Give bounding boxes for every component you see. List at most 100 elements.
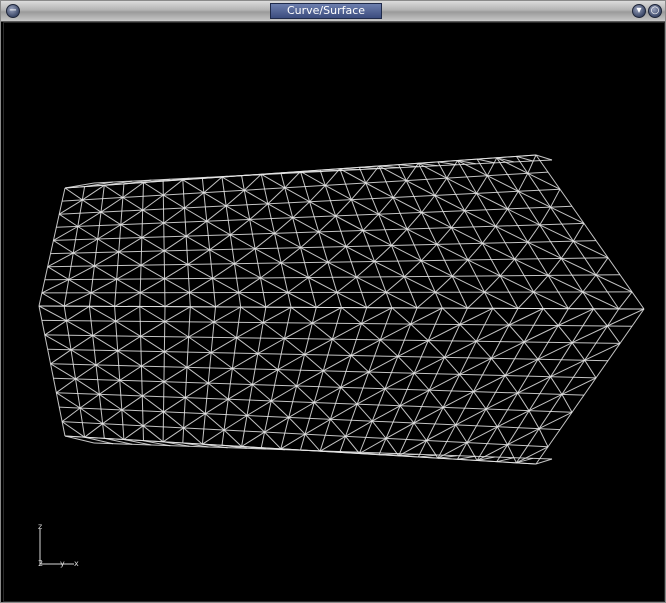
lower-face-diag	[183, 413, 206, 429]
upper-face-diag	[345, 230, 364, 247]
upper-face-diag	[327, 246, 347, 263]
upper-face-long-rib	[496, 157, 595, 310]
upper-face-diag	[309, 185, 326, 203]
lower-face-diag	[459, 307, 494, 325]
upper-face-diag	[318, 215, 337, 233]
lower-face-diag	[523, 341, 539, 360]
upper-face-diag	[499, 258, 515, 277]
lower-face-diag	[290, 306, 313, 324]
upper-face-diag	[335, 199, 352, 217]
lower-face-diag	[257, 338, 285, 355]
lower-face-diag	[340, 387, 358, 405]
axis-triad: z y x 2	[38, 522, 79, 568]
lower-face-diag	[140, 335, 165, 353]
lower-face-diag	[277, 354, 305, 371]
lower-face-diag	[50, 363, 76, 380]
upper-face-diag	[451, 210, 465, 229]
lower-face-diag	[102, 423, 125, 440]
upper-face-diag	[366, 291, 387, 308]
lower-face-diag	[455, 424, 468, 443]
upper-face-diag	[284, 171, 301, 189]
upper-face-diag	[63, 292, 92, 307]
upper-face-diag	[163, 250, 189, 265]
x-axis-label: x	[74, 559, 79, 568]
upper-face-diag	[209, 249, 235, 265]
lower-face-diag	[142, 381, 165, 397]
upper-face-diag	[238, 277, 261, 294]
upper-face-diag	[254, 233, 275, 250]
upper-face-diag	[118, 237, 143, 253]
lower-face-diag	[185, 382, 209, 399]
lower-face-diag	[210, 352, 233, 369]
lower-face-diag	[223, 429, 242, 447]
upper-face-diag	[547, 258, 562, 276]
lower-face-diag	[475, 324, 510, 342]
upper-face-diag	[434, 177, 448, 196]
lower-face-diag	[441, 307, 461, 325]
upper-face-diag	[104, 184, 124, 198]
upper-face-diag	[185, 220, 207, 237]
upper-face-diag	[434, 275, 453, 293]
lower-face-diag	[345, 435, 360, 454]
title-bar[interactable]: − Curve/Surface ▾ ○	[1, 1, 665, 22]
upper-face-diag	[118, 251, 142, 266]
upper-face-long-rib	[88, 185, 105, 307]
lower-face-long-rib	[139, 306, 144, 441]
lower-face-diag	[444, 357, 460, 375]
upper-face-diag	[527, 154, 537, 174]
upper-face-long-rib	[437, 161, 519, 309]
lower-face-diag	[141, 365, 165, 383]
lower-face-diag	[140, 321, 166, 337]
lower-face-diag	[410, 323, 429, 341]
upper-face-diag	[267, 203, 293, 219]
maximize-button[interactable]: ○	[648, 4, 662, 18]
upper-face-diag	[77, 226, 98, 240]
upper-face-diag	[206, 220, 231, 236]
lower-face-cross-line	[41, 319, 633, 327]
upper-face-diag	[139, 292, 166, 308]
upper-face-diag	[316, 291, 338, 308]
lower-face-diag	[413, 356, 445, 374]
lower-face-diag	[142, 425, 164, 443]
shade-button[interactable]: ▾	[632, 4, 646, 18]
top-strip-rib	[437, 161, 457, 166]
upper-face-diag	[486, 157, 498, 176]
upper-face-diag	[184, 192, 205, 209]
lower-face-diag	[227, 384, 253, 400]
lower-face-diag	[428, 389, 444, 408]
upper-face-diag	[140, 250, 165, 266]
upper-face-diag	[189, 277, 213, 294]
upper-face-diag	[274, 232, 301, 249]
upper-face-diag	[356, 261, 375, 278]
upper-face-diag	[467, 291, 485, 309]
upper-face-diag	[209, 234, 231, 251]
upper-face-diag	[336, 276, 357, 293]
close-button[interactable]: −	[6, 4, 20, 18]
upper-face-diag	[238, 292, 267, 308]
lower-face-diag	[56, 378, 76, 394]
lower-face-diag	[56, 392, 81, 409]
upper-face-diag	[280, 247, 301, 264]
upper-face-diag	[140, 264, 165, 280]
lower-face-diag	[270, 385, 297, 402]
upper-face-diag	[464, 193, 477, 211]
lower-face-diag	[442, 407, 457, 426]
upper-face-diag	[365, 182, 394, 199]
lower-face-long-rib	[339, 307, 393, 453]
upper-face-diag	[260, 277, 289, 293]
lower-face-diag	[92, 320, 116, 337]
lower-face-diag	[517, 392, 530, 411]
lower-face-diag	[284, 338, 305, 355]
lower-face-diag	[202, 429, 225, 445]
lower-face-diag	[413, 372, 430, 391]
lower-face-diag	[296, 385, 315, 403]
upper-face-diag	[374, 245, 392, 262]
upper-face-diag	[206, 205, 227, 222]
lower-face-diag	[264, 416, 289, 433]
upper-face-diag	[212, 263, 235, 279]
lower-face-diag	[397, 340, 429, 357]
upper-face-diag	[141, 222, 165, 239]
lower-face-diag	[459, 324, 477, 342]
3d-viewport[interactable]: z y x 2	[3, 22, 665, 602]
upper-face-diag	[274, 217, 294, 234]
